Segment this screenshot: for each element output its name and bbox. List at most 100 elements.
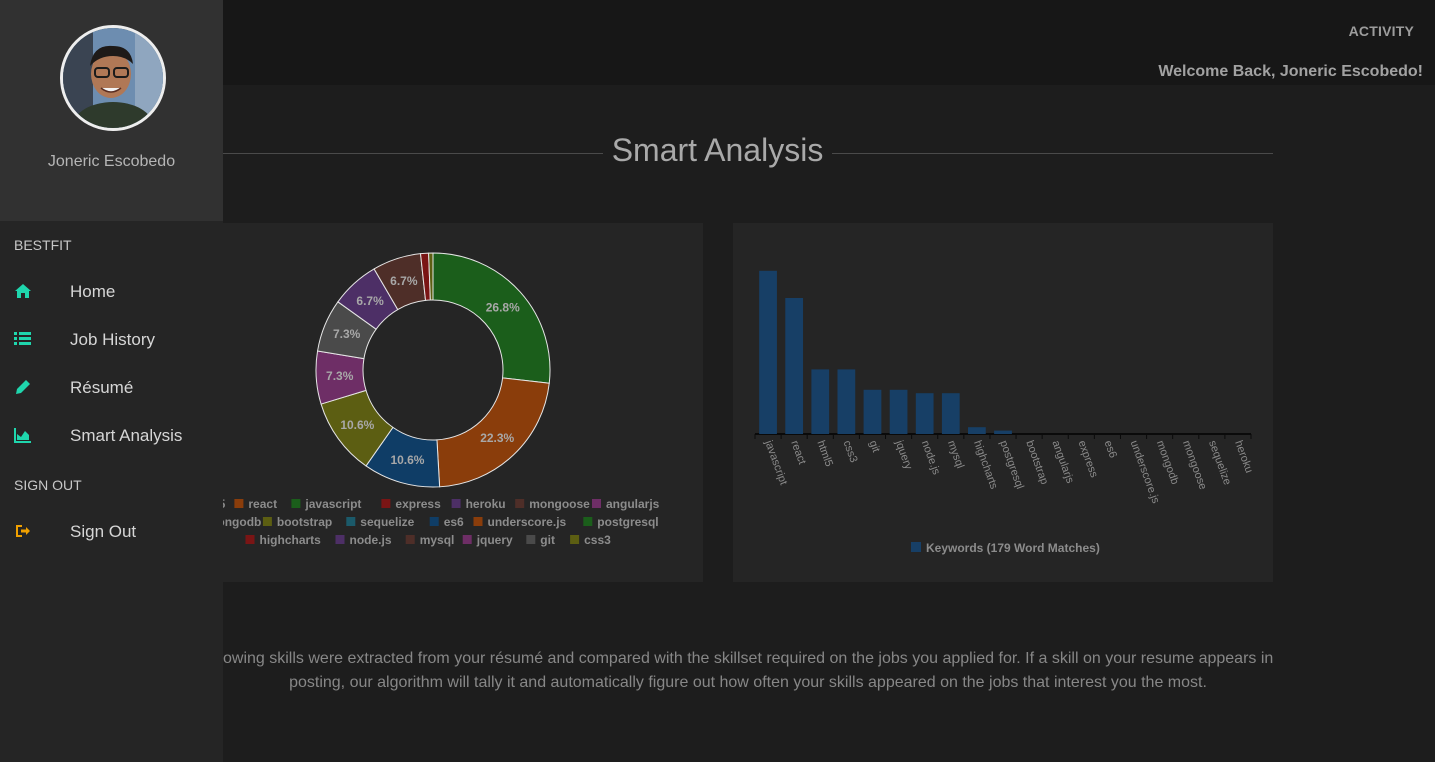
legend-label-mysql: mysql	[420, 533, 455, 547]
description-line-1: owing skills were extracted from your ré…	[223, 650, 1273, 667]
x-tick-label-bootstrap: bootstrap	[1023, 439, 1050, 486]
area-chart-icon	[14, 428, 31, 443]
donut-slice-label: 6.7%	[356, 294, 384, 308]
donut-slice-label: 10.6%	[390, 453, 424, 467]
bar-html5	[811, 369, 830, 434]
sidebar: Joneric Escobedo BESTFIT Home Job Histor…	[0, 0, 223, 762]
legend-label-highcharts: highcharts	[260, 533, 322, 547]
legend-label-node.js: node.js	[350, 533, 392, 547]
donut-slice-label: 26.8%	[486, 301, 520, 315]
keywords-bar-chart: javascriptreact html5 css3 git jquery node.js…	[754, 270, 1255, 555]
x-tick-label-react: react	[788, 439, 808, 466]
description-line-2: posting, our algorithm will tally it and…	[289, 674, 1207, 691]
sidebar-item-label: Résumé	[70, 378, 134, 397]
sidebar-item-resume[interactable]: Résumé	[0, 368, 223, 408]
x-tick-label-mongoose: mongoose	[1180, 439, 1209, 491]
legend-label-es6: es6	[444, 515, 464, 529]
avatar-portrait	[63, 28, 163, 128]
donut-slice-javascript	[432, 252, 551, 384]
x-tick-label-angularjs: angularjs	[1049, 439, 1076, 486]
bar-postgresql	[994, 430, 1012, 434]
title-divider-left	[223, 153, 603, 154]
activity-link[interactable]: ACTIVITY	[1349, 23, 1414, 39]
legend-label-express: express	[395, 497, 441, 511]
section-label-sign-out: SIGN OUT	[14, 477, 82, 493]
user-name: Joneric Escobedo	[47, 153, 176, 170]
bar-react	[785, 298, 804, 434]
bar-highcharts	[968, 427, 986, 434]
donut-slice-label: 7.3%	[326, 369, 354, 383]
x-tick-label-css3: css3	[841, 439, 860, 464]
home-icon	[15, 284, 31, 298]
bar-css3	[837, 369, 856, 434]
legend-swatch-highcharts	[245, 535, 255, 544]
skills-donut-chart: 26.8% 22.3% 10.6% 10.6% 7.3% 7.3% 6.7% 6.7% ml5 r…	[190, 252, 660, 547]
x-tick-label-html5: html5	[814, 439, 834, 468]
legend-label-heroku: heroku	[466, 497, 506, 511]
sidebar-item-sign-out[interactable]: Sign Out	[0, 512, 223, 552]
legend-swatch-node.js	[335, 535, 345, 544]
list-icon	[14, 332, 31, 345]
sidebar-item-label: Smart Analysis	[70, 426, 183, 445]
welcome-message: Welcome Back, Joneric Escobedo!	[1158, 63, 1423, 80]
x-tick-label-jquery: jquery	[892, 438, 914, 472]
sidebar-item-label: Sign Out	[70, 522, 137, 541]
legend-swatch-underscore.js	[473, 517, 483, 526]
donut-slice-label: 6.7%	[390, 274, 418, 288]
bar-jquery	[889, 389, 908, 434]
x-tick-label-heroku: heroku	[1232, 439, 1255, 475]
sidebar-item-home[interactable]: Home	[0, 272, 223, 312]
legend-label-mongoose: mongoose	[529, 497, 590, 511]
legend-swatch-express	[381, 499, 391, 508]
legend-label-angularjs: angularjs	[606, 497, 660, 511]
sidebar-item-smart-analysis[interactable]: Smart Analysis	[0, 416, 223, 456]
x-tick-label-mongodb: mongodb	[1154, 439, 1181, 486]
legend-swatch-heroku	[451, 499, 461, 508]
legend-label-postgresql: postgresql	[597, 515, 658, 529]
legend-label-bootstrap: bootstrap	[277, 515, 332, 529]
legend-swatch-css3	[570, 535, 580, 544]
analysis-description: owing skills were extracted from your ré…	[223, 647, 1273, 695]
avatar	[60, 25, 166, 131]
legend-label-react: react	[248, 497, 277, 511]
sign-out-icon	[16, 525, 30, 537]
legend-label-underscore.js: underscore.js	[488, 515, 567, 529]
legend-swatch-javascript	[291, 499, 301, 508]
legend-label-git: git	[540, 533, 555, 547]
sidebar-item-job-history[interactable]: Job History	[0, 320, 223, 360]
sidebar-item-label: Job History	[70, 330, 156, 349]
x-tick-label-git: git	[867, 439, 882, 454]
section-label-bestfit: BESTFIT	[14, 237, 72, 253]
sidebar-item-label: Home	[70, 282, 116, 301]
donut-chart-card: 26.8% 22.3% 10.6% 10.6% 7.3% 7.3% 6.7% 6.7% ml5 r…	[190, 223, 703, 582]
donut-slice-label: 10.6%	[340, 418, 374, 432]
x-tick-label-node.js: node.js	[919, 439, 943, 477]
legend-swatch-angularjs	[592, 499, 601, 508]
legend-swatch-postgresql	[583, 517, 593, 526]
donut-slice-label: 22.3%	[480, 431, 514, 445]
bar-chart-card: javascript react html5 css3 git jquery node.js…	[733, 223, 1273, 582]
bar-javascript	[759, 270, 777, 434]
legend-swatch-jquery	[462, 535, 472, 544]
page-title: Smart Analysis	[611, 132, 824, 168]
x-tick-label-express: express	[1075, 439, 1100, 480]
bar-git	[863, 389, 882, 434]
profile-panel: Joneric Escobedo	[0, 0, 223, 221]
legend-label-javascript: javascript	[304, 497, 361, 511]
legend-label-css3: css3	[584, 533, 611, 547]
legend-label-sequelize: sequelize	[360, 515, 414, 529]
bar-node.js	[915, 393, 934, 434]
x-tick-label-sequelize: sequelize	[1206, 439, 1233, 487]
x-tick-label-javascript: javascript	[762, 438, 790, 487]
x-tick-label-postgresql: postgresql	[997, 439, 1026, 491]
legend-swatch-git	[526, 535, 536, 544]
legend-label-jquery: jquery	[476, 533, 513, 547]
legend-label-keywords: Keywords (179 Word Matches)	[926, 541, 1100, 555]
legend-label-ml5: ml5	[223, 497, 226, 511]
legend-swatch-sequelize	[346, 517, 356, 526]
x-tick-label-mysql: mysql	[945, 439, 966, 470]
donut-slice-label: 7.3%	[333, 327, 361, 341]
pencil-icon	[16, 380, 30, 394]
bar-mysql	[941, 393, 960, 434]
legend-swatch-mysql	[405, 535, 415, 544]
